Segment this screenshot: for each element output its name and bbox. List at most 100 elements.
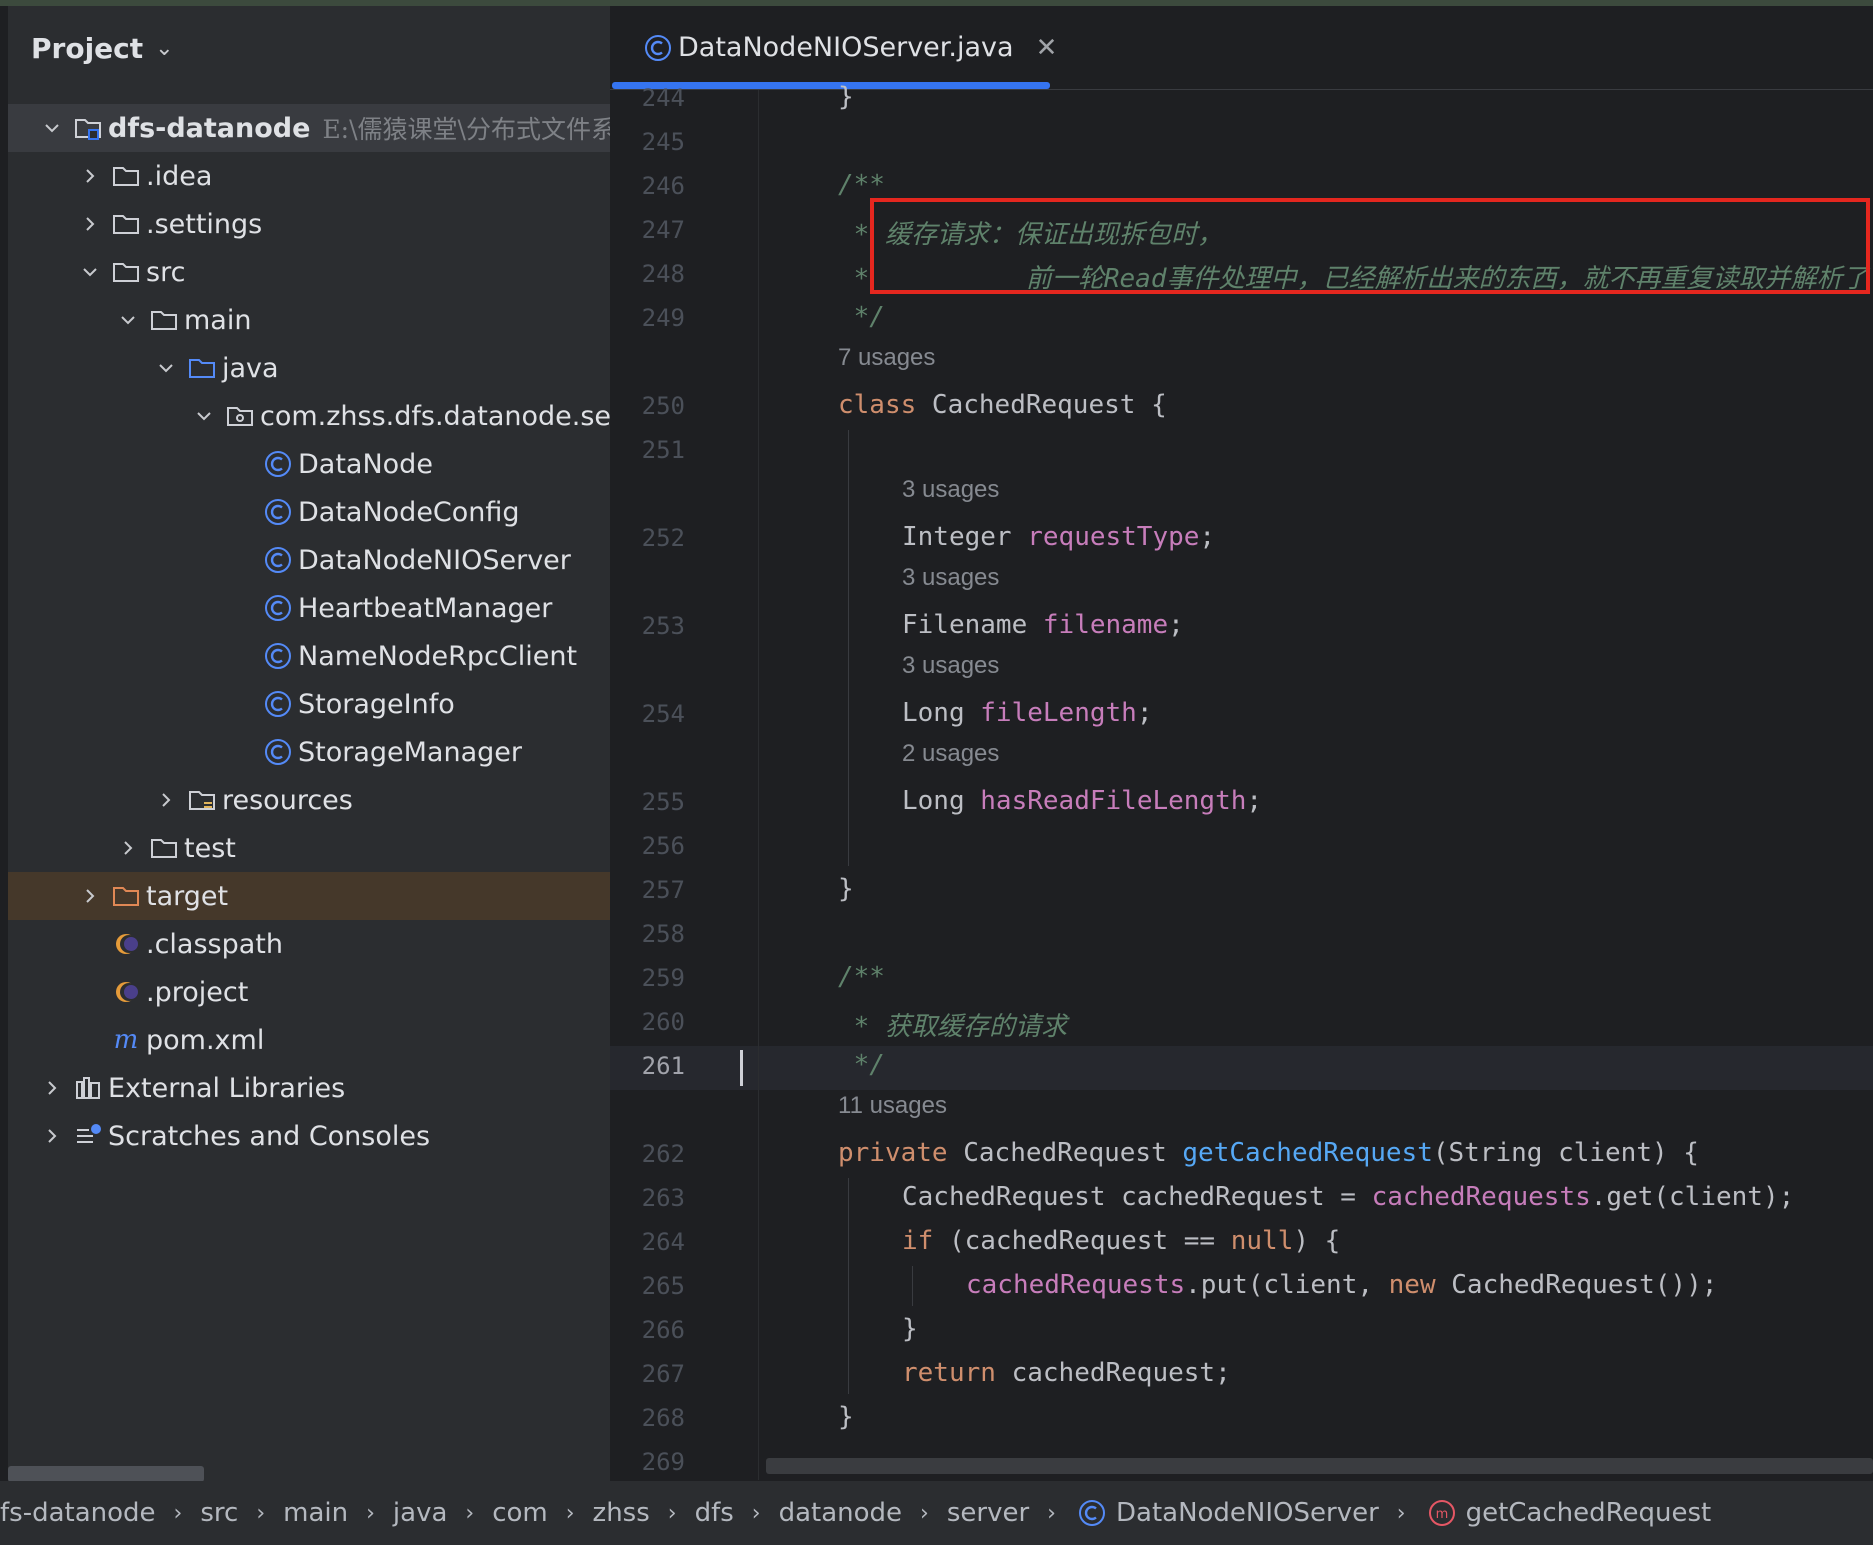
code-line[interactable]: class CachedRequest { (838, 390, 1167, 420)
tree-item-storageinfo[interactable]: StorageInfo (8, 680, 610, 728)
code-line[interactable]: /** (838, 170, 885, 200)
line-number[interactable]: 246 (610, 172, 685, 200)
tree-item-src[interactable]: src (8, 248, 610, 296)
breadcrumb-item-com[interactable]: com (492, 1498, 548, 1528)
breadcrumb-item-dfs[interactable]: dfs (695, 1498, 734, 1528)
tree-item-heartbeatmanager[interactable]: HeartbeatManager (8, 584, 610, 632)
tree-item-com-zhss-dfs-datanode-serv[interactable]: com.zhss.dfs.datanode.serv (8, 392, 610, 440)
tree-item-target[interactable]: target (8, 872, 610, 920)
chevron-right-icon[interactable] (76, 168, 104, 184)
code-line[interactable]: Filename filename; (902, 610, 1184, 640)
tree-item-idea[interactable]: .idea (8, 152, 610, 200)
code-line[interactable]: } (902, 1314, 918, 1344)
line-number[interactable]: 244 (610, 84, 685, 112)
chevron-down-icon[interactable] (76, 264, 104, 280)
breadcrumb-item-zhss[interactable]: zhss (593, 1498, 650, 1528)
code-line[interactable]: Integer requestType; (902, 522, 1215, 552)
code-line[interactable]: */ (838, 1050, 885, 1080)
code-line[interactable]: } (838, 874, 854, 904)
line-number[interactable]: 250 (610, 392, 685, 420)
breadcrumb-item-src[interactable]: src (200, 1498, 238, 1528)
line-number[interactable]: 261 (610, 1052, 685, 1080)
breadcrumb-item-datanode[interactable]: datanode (779, 1498, 902, 1528)
line-number[interactable]: 264 (610, 1228, 685, 1256)
tree-item-datanodenioserver[interactable]: DataNodeNIOServer (8, 536, 610, 584)
line-number[interactable]: 253 (610, 612, 685, 640)
chevron-right-icon[interactable] (114, 840, 142, 856)
tree-item-project[interactable]: .project (8, 968, 610, 1016)
tree-item-resources[interactable]: resources (8, 776, 610, 824)
code-line[interactable]: } (838, 82, 854, 112)
tree-item-test[interactable]: test (8, 824, 610, 872)
editor-horizontal-scrollbar[interactable] (766, 1458, 1873, 1474)
chevron-down-icon[interactable] (38, 120, 66, 136)
chevron-right-icon[interactable] (38, 1128, 66, 1144)
code-line[interactable]: Long hasReadFileLength; (902, 786, 1262, 816)
chevron-right-icon[interactable] (76, 888, 104, 904)
tree-item-namenoderpcclient[interactable]: NameNodeRpcClient (8, 632, 610, 680)
line-number[interactable]: 259 (610, 964, 685, 992)
line-number[interactable]: 247 (610, 216, 685, 244)
code-text-area[interactable]: }/** * 缓存请求：保证出现拆包时， * 前一轮Read事件处理中，已经解析… (740, 82, 1873, 1470)
tree-item-main[interactable]: main (8, 296, 610, 344)
line-number[interactable]: 254 (610, 700, 685, 728)
code-line[interactable]: Long fileLength; (902, 698, 1152, 728)
breadcrumb-item-datanodenioserver[interactable]: DataNodeNIOServer (1074, 1495, 1379, 1531)
code-line[interactable]: cachedRequests.put(client, new CachedReq… (966, 1270, 1717, 1300)
line-number[interactable]: 262 (610, 1140, 685, 1168)
chevron-down-icon[interactable] (152, 360, 180, 376)
usages-inlay-hint[interactable]: 3 usages (902, 476, 999, 504)
chevron-right-icon[interactable] (152, 792, 180, 808)
code-line[interactable]: return cachedRequest; (902, 1358, 1231, 1388)
code-line[interactable]: /** (838, 962, 885, 992)
tree-item-datanodeconfig[interactable]: DataNodeConfig (8, 488, 610, 536)
breadcrumb-item-server[interactable]: server (947, 1498, 1029, 1528)
line-number[interactable]: 256 (610, 832, 685, 860)
usages-inlay-hint[interactable]: 7 usages (838, 344, 935, 372)
chevron-down-icon[interactable] (114, 312, 142, 328)
code-line[interactable]: } (838, 1402, 854, 1432)
tree-item-scratches-and-consoles[interactable]: Scratches and Consoles (8, 1112, 610, 1160)
code-line[interactable]: private CachedRequest getCachedRequest(S… (838, 1138, 1699, 1168)
code-line[interactable]: */ (838, 302, 885, 332)
line-number[interactable]: 245 (610, 128, 685, 156)
usages-inlay-hint[interactable]: 3 usages (902, 564, 999, 592)
horizontal-scrollbar[interactable] (8, 1466, 204, 1481)
editor-tab-datanodenioserver[interactable]: DataNodeNIOServer.java ✕ (610, 6, 1057, 89)
usages-inlay-hint[interactable]: 2 usages (902, 740, 999, 768)
line-number[interactable]: 266 (610, 1316, 685, 1344)
usages-inlay-hint[interactable]: 11 usages (838, 1092, 947, 1120)
line-number[interactable]: 251 (610, 436, 685, 464)
line-number[interactable]: 257 (610, 876, 685, 904)
breadcrumb-item-main[interactable]: main (283, 1498, 348, 1528)
tree-item-classpath[interactable]: .classpath (8, 920, 610, 968)
line-number[interactable]: 265 (610, 1272, 685, 1300)
tree-item-datanode[interactable]: DataNode (8, 440, 610, 488)
line-number[interactable]: 249 (610, 304, 685, 332)
line-number[interactable]: 269 (610, 1448, 685, 1476)
line-number[interactable]: 258 (610, 920, 685, 948)
line-number[interactable]: 263 (610, 1184, 685, 1212)
code-line[interactable]: * 获取缓存的请求 (838, 1006, 1067, 1043)
tree-item-dfs-datanode[interactable]: dfs-datanode E:\儒猿课堂\分布式文件系 (8, 104, 610, 152)
code-line[interactable]: CachedRequest cachedRequest = cachedRequ… (902, 1182, 1794, 1212)
line-number[interactable]: 255 (610, 788, 685, 816)
chevron-down-icon[interactable] (190, 408, 218, 424)
usages-inlay-hint[interactable]: 3 usages (902, 652, 999, 680)
chevron-right-icon[interactable] (38, 1080, 66, 1096)
tree-item-external-libraries[interactable]: External Libraries (8, 1064, 610, 1112)
breadcrumb-item-getcachedrequest[interactable]: m getCachedRequest (1424, 1495, 1711, 1531)
project-view-selector[interactable]: Project ⌄ (31, 32, 174, 65)
tree-item-java[interactable]: java (8, 344, 610, 392)
line-number[interactable]: 267 (610, 1360, 685, 1388)
chevron-right-icon[interactable] (76, 216, 104, 232)
line-number-gutter[interactable]: 244 245 246 247 248 249 250 251 252 253 254 255 256 2… (610, 84, 758, 1476)
line-number[interactable]: 252 (610, 524, 685, 552)
line-number[interactable]: 260 (610, 1008, 685, 1036)
tree-item-pom-xml[interactable]: m pom.xml (8, 1016, 610, 1064)
tree-item-settings[interactable]: .settings (8, 200, 610, 248)
code-line[interactable]: if (cachedRequest == null) { (902, 1226, 1340, 1256)
line-number[interactable]: 248 (610, 260, 685, 288)
tree-item-storagemanager[interactable]: StorageManager (8, 728, 610, 776)
breadcrumb-item-java[interactable]: java (393, 1498, 447, 1528)
